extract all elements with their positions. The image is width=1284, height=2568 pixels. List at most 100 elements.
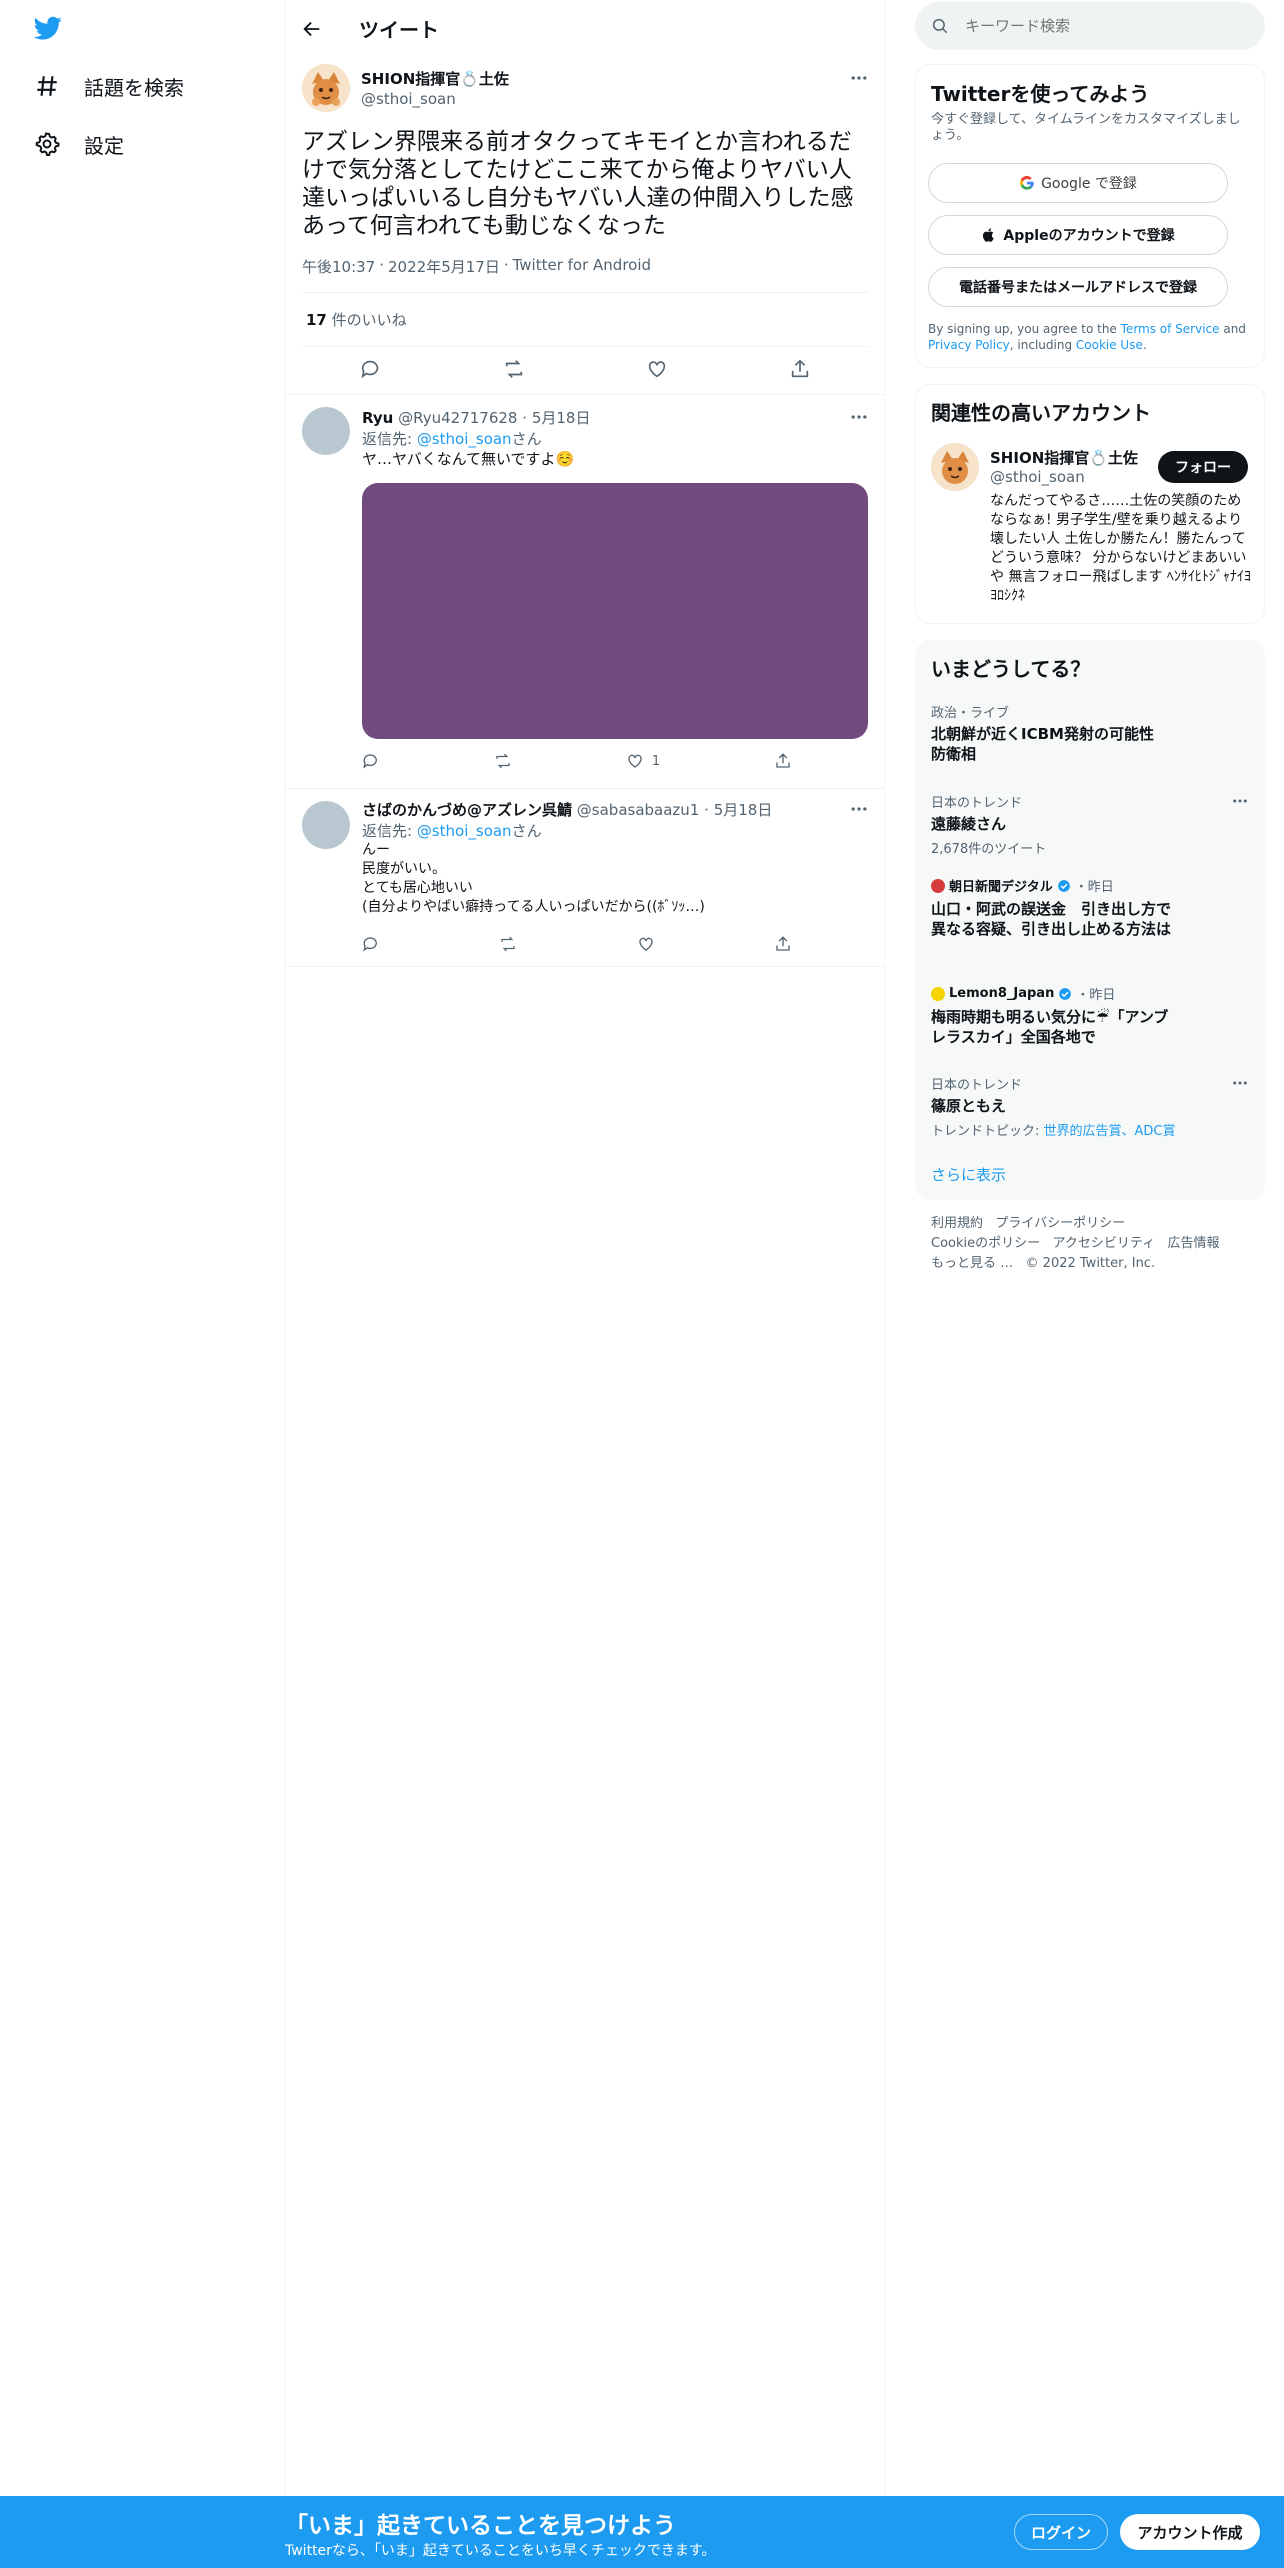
footer-link[interactable]: Cookieのポリシー <box>931 1236 1040 1251</box>
share-icon[interactable] <box>774 752 792 770</box>
footer-link[interactable]: プライバシーポリシー <box>995 1216 1125 1231</box>
reply-media-image[interactable] <box>362 483 868 739</box>
divider <box>302 292 868 293</box>
tweet-source[interactable]: Twitter for Android <box>513 256 651 277</box>
apple-signup-button[interactable]: Appleのアカウントで登録 <box>928 215 1228 255</box>
more-options-icon[interactable] <box>1231 1074 1249 1092</box>
trend-category: 日本のトレンド <box>931 1078 1023 1093</box>
trend-title: 北朝鮮が近くICBM発射の可能性 防衛相 <box>931 725 1169 763</box>
news-item[interactable]: 朝日新聞デジタル ・昨日 山口・阿武の誤送金 引き出し方で異なる容疑、引き出し止… <box>931 876 1249 939</box>
twitter-logo-icon[interactable] <box>32 14 64 42</box>
avatar[interactable] <box>931 443 979 491</box>
news-source: 朝日新聞デジタル <box>949 880 1053 895</box>
back-arrow-icon[interactable] <box>301 18 323 40</box>
reply-author-name[interactable]: Ryu <box>362 409 393 427</box>
reply-icon[interactable] <box>362 935 380 953</box>
show-more-link[interactable]: さらに表示 <box>931 1164 1006 1185</box>
retweet-icon[interactable] <box>499 935 517 953</box>
relevant-title: 関連性の高いアカウント <box>931 401 1151 425</box>
replying-to-suffix: さん <box>511 430 542 448</box>
retweet-icon[interactable] <box>494 752 512 770</box>
follow-button[interactable]: フォロー <box>1158 451 1248 483</box>
trend-title: 遠藤綾さん <box>931 815 1007 833</box>
news-item[interactable]: Lemon8_Japan ・昨日 梅雨時期も明るい気分に☔「アンブレラスカイ」全… <box>931 984 1249 1047</box>
likes-summary[interactable]: 17 件のいいね <box>306 309 407 330</box>
author-handle[interactable]: @sthoi_soan <box>361 90 456 108</box>
avatar[interactable] <box>302 407 350 455</box>
tweet-actions <box>360 358 811 380</box>
news-source: Lemon8_Japan <box>949 986 1055 1001</box>
footer-link[interactable]: 利用規約 <box>931 1216 983 1231</box>
reply-date[interactable]: 5月18日 <box>532 409 591 427</box>
news-source-row: Lemon8_Japan ・昨日 <box>931 984 1249 1003</box>
reply-date[interactable]: 5月18日 <box>714 801 773 819</box>
news-source-logo <box>931 986 945 1001</box>
avatar[interactable] <box>302 801 350 849</box>
cookie-link[interactable]: Cookie Use <box>1076 338 1143 352</box>
tweet-time[interactable]: 午後10:37 <box>302 256 375 277</box>
reply-tweet[interactable]: さばのかんづめ@アズレン呉鯖 @sabasabaazu1 · 5月18日 返信先… <box>285 789 885 967</box>
reply-text: んー 民度がいい。 とても居心地いい (自分よりやばい癖持ってる人いっぱいだから… <box>362 841 705 917</box>
trend-meta-link[interactable]: 世界的広告賞、ADC賞 <box>1044 1124 1176 1139</box>
replying-to-link[interactable]: @sthoi_soan <box>417 430 512 448</box>
footer-more-link[interactable]: もっと見る … <box>931 1256 1013 1271</box>
tweet-date[interactable]: 2022年5月17日 <box>388 256 500 277</box>
retweet-icon[interactable] <box>503 358 525 380</box>
copyright: © 2022 Twitter, Inc. <box>1025 1256 1156 1271</box>
replying-to-link[interactable]: @sthoi_soan <box>417 822 512 840</box>
bottom-title: 「いま」起きていることを見つけよう <box>285 2513 676 2539</box>
create-account-button[interactable]: アカウント作成 <box>1120 2514 1260 2550</box>
footer-link[interactable]: 広告情報 <box>1168 1236 1220 1251</box>
reply-author-handle[interactable]: @Ryu42717628 <box>398 409 517 427</box>
google-signup-label: Google で登録 <box>1041 176 1137 192</box>
nav-item-settings[interactable]: 設定 <box>0 116 124 172</box>
news-time: ・昨日 <box>1076 988 1116 1003</box>
footer-links: 利用規約 プライバシーポリシー Cookieのポリシー アクセシビリティ 広告情… <box>931 1214 1251 1274</box>
like-button[interactable]: 1 <box>626 752 660 770</box>
reply-header: Ryu @Ryu42717628 · 5月18日 <box>362 409 591 427</box>
reply-text-line: (自分よりやばい癖持ってる人いっぱいだから((ﾎﾞｿｯ…) <box>362 899 705 915</box>
trend-title: 篠原ともえ <box>931 1097 1007 1115</box>
trend-item[interactable]: 政治・ライブ 北朝鮮が近くICBM発射の可能性 防衛相 <box>931 702 1249 764</box>
footer-link[interactable]: アクセシビリティ <box>1053 1236 1156 1251</box>
reply-text-line: とても居心地いい <box>362 880 473 896</box>
reply-author-handle[interactable]: @sabasabaazu1 <box>577 801 700 819</box>
reply-author-name[interactable]: さばのかんづめ@アズレン呉鯖 <box>362 801 572 819</box>
more-options-icon[interactable] <box>849 68 869 88</box>
reply-icon[interactable] <box>360 358 382 380</box>
author-name[interactable]: SHION指揮官💍土佐 <box>361 68 509 89</box>
more-options-icon[interactable] <box>849 799 869 819</box>
relevant-name[interactable]: SHION指揮官💍土佐 <box>990 447 1138 468</box>
search-bar[interactable] <box>915 2 1265 50</box>
phone-email-signup-label: 電話番号またはメールアドレスで登録 <box>959 280 1197 296</box>
trend-item[interactable]: 日本のトレンド 篠原ともえ トレンドトピック: 世界的広告賞、ADC賞 <box>931 1074 1249 1139</box>
reply-header: さばのかんづめ@アズレン呉鯖 @sabasabaazu1 · 5月18日 <box>362 801 773 819</box>
reply-icon[interactable] <box>362 752 380 770</box>
search-input[interactable] <box>965 17 1235 35</box>
more-options-icon[interactable] <box>849 407 869 427</box>
left-nav: 話題を検索 設定 <box>0 0 285 2568</box>
terms-text: . <box>1142 338 1147 352</box>
nav-item-label: 話題を検索 <box>84 75 184 100</box>
more-options-icon[interactable] <box>1231 792 1249 810</box>
privacy-link[interactable]: Privacy Policy <box>928 338 1010 352</box>
trend-item[interactable]: 日本のトレンド 遠藤綾さん 2,678件のツイート <box>931 792 1249 857</box>
terms-link[interactable]: Terms of Service <box>1121 322 1220 336</box>
signup-title: Twitterを使ってみよう <box>931 82 1150 106</box>
reply-tweet[interactable]: Ryu @Ryu42717628 · 5月18日 返信先: @sthoi_soa… <box>285 395 885 788</box>
like-icon[interactable] <box>646 358 668 380</box>
verified-badge-icon <box>1057 879 1071 893</box>
phone-email-signup-button[interactable]: 電話番号またはメールアドレスで登録 <box>928 267 1228 307</box>
nav-item-explore[interactable]: 話題を検索 <box>0 58 184 114</box>
trend-category: 日本のトレンド <box>931 796 1023 811</box>
like-icon[interactable] <box>637 935 655 953</box>
news-title: 梅雨時期も明るい気分に☔「アンブレラスカイ」全国各地で <box>931 1008 1169 1046</box>
avatar[interactable] <box>302 64 350 112</box>
share-icon[interactable] <box>774 935 792 953</box>
page-title: ツイート <box>359 18 439 42</box>
relevant-handle[interactable]: @sthoi_soan <box>990 468 1085 486</box>
login-button[interactable]: ログイン <box>1014 2514 1108 2550</box>
google-signup-button[interactable]: Google で登録 <box>928 163 1228 203</box>
share-icon[interactable] <box>789 358 811 380</box>
reply-text: ヤ…ヤバくなんて無いですよ☺️ <box>362 450 575 468</box>
